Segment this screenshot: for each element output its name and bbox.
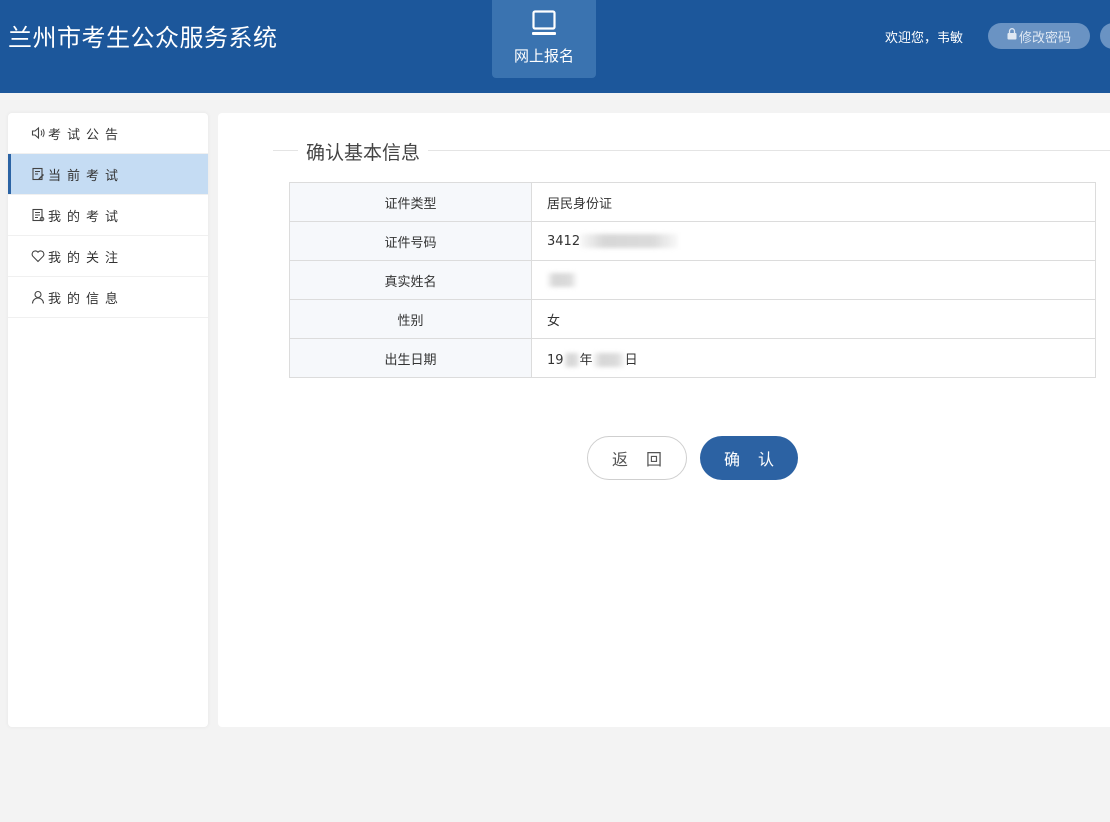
sidebar-item-label: 我的信息 — [48, 291, 125, 307]
table-cell-value: 居民身份证 — [531, 182, 1096, 222]
birthdate-mid: 年 — [579, 352, 593, 368]
sidebar-item-my-follows[interactable]: 我的关注 — [8, 236, 208, 277]
birthdate-suffix: 日 — [624, 352, 638, 368]
table-cell-value: 19 年 日 — [531, 338, 1096, 378]
back-button[interactable]: 返回 — [587, 436, 687, 480]
redaction-mask — [563, 353, 580, 367]
edit-document-icon — [31, 167, 45, 181]
redaction-mask — [592, 353, 625, 367]
logout-button[interactable] — [1100, 23, 1110, 49]
sidebar-item-current-exam[interactable]: 当前考试 — [8, 154, 208, 195]
confirm-button[interactable]: 确认 — [700, 436, 798, 480]
section-title: 确认基本信息 — [298, 138, 429, 165]
heart-icon — [31, 249, 45, 263]
table-row: 出生日期 19 年 日 — [289, 338, 1096, 378]
table-row: 证件号码 3412 — [289, 221, 1096, 261]
nav-online-registration-label: 网上报名 — [513, 47, 574, 65]
redaction-mask — [547, 273, 577, 287]
basic-info-table: 证件类型 居民身份证 证件号码 3412 真实姓名 性别 女 出生日期 19 年 日 — [289, 182, 1096, 378]
user-icon — [31, 290, 45, 304]
table-cell-label: 性别 — [289, 299, 532, 339]
id-number-visible: 3412 — [547, 233, 581, 249]
table-row: 真实姓名 — [289, 260, 1096, 300]
table-cell-label: 真实姓名 — [289, 260, 532, 300]
table-row: 证件类型 居民身份证 — [289, 182, 1096, 222]
change-password-label: 修改密码 — [1018, 30, 1071, 46]
birthdate-prefix: 19 — [547, 352, 564, 368]
lock-icon — [1007, 28, 1017, 44]
sidebar-item-exam-announcements[interactable]: 考试公告 — [8, 113, 208, 154]
change-password-button[interactable]: 修改密码 — [988, 23, 1090, 49]
nav-online-registration[interactable]: 网上报名 — [492, 0, 596, 78]
document-icon — [31, 208, 45, 222]
table-cell-value: 女 — [531, 299, 1096, 339]
sidebar-item-my-exams[interactable]: 我的考试 — [8, 195, 208, 236]
table-cell-label: 证件类型 — [289, 182, 532, 222]
sidebar: 考试公告 当前考试 我的考试 我的关注 我的信息 — [8, 113, 208, 727]
redaction-mask — [580, 234, 679, 248]
app-title: 兰州市考生公众服务系统 — [8, 24, 278, 52]
table-row: 性别 女 — [289, 299, 1096, 339]
sidebar-item-label: 我的关注 — [48, 250, 125, 266]
sidebar-item-label: 考试公告 — [48, 127, 125, 143]
laptop-icon — [532, 10, 556, 38]
sidebar-item-my-info[interactable]: 我的信息 — [8, 277, 208, 318]
main-panel: 确认基本信息 证件类型 居民身份证 证件号码 3412 真实姓名 性别 女 出生… — [218, 113, 1110, 727]
table-cell-label: 证件号码 — [289, 221, 532, 261]
sidebar-item-label: 当前考试 — [48, 168, 125, 184]
speaker-icon — [31, 126, 45, 140]
table-cell-label: 出生日期 — [289, 338, 532, 378]
sidebar-item-label: 我的考试 — [48, 209, 125, 225]
table-cell-value — [531, 260, 1096, 300]
welcome-text: 欢迎您，韦敏 — [885, 31, 964, 46]
table-cell-value: 3412 — [531, 221, 1096, 261]
top-header: 兰州市考生公众服务系统 网上报名 欢迎您，韦敏 修改密码 — [0, 0, 1110, 93]
